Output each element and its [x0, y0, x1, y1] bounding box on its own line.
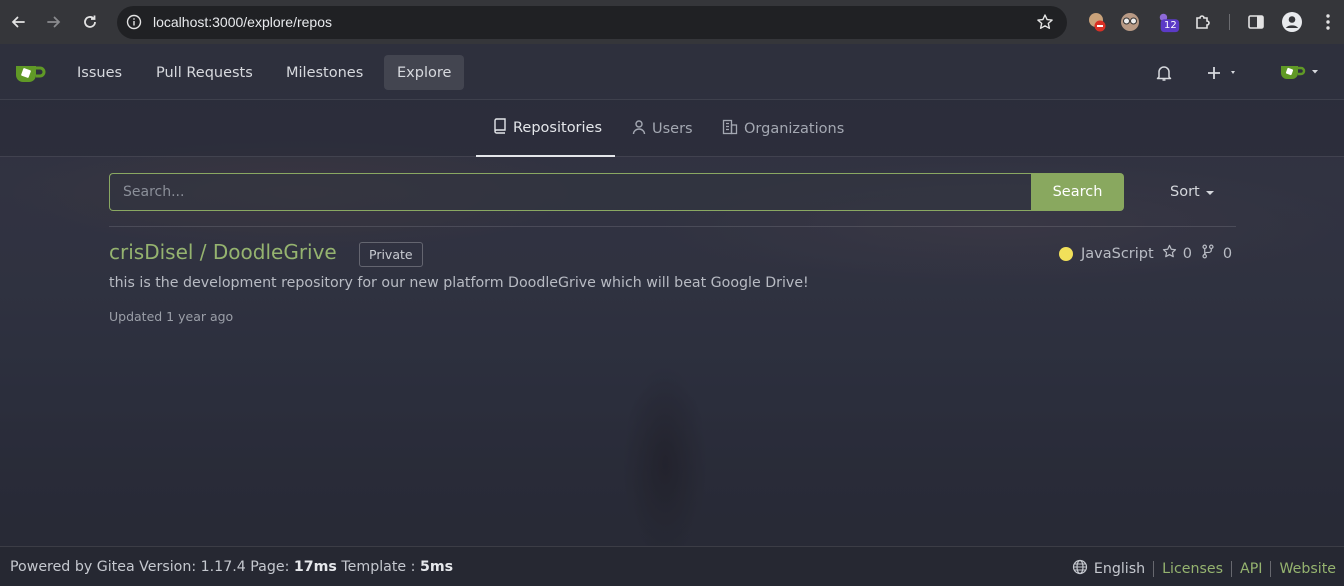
extension-badge-icon[interactable]: 12 — [1157, 10, 1181, 34]
address-bar[interactable]: localhost:3000/explore/repos — [117, 6, 1067, 39]
tab-repositories[interactable]: Repositories — [476, 100, 615, 157]
footer-powered-by: Powered by Gitea Version: 1.17.4 Page: 1… — [10, 559, 453, 575]
sort-label: Sort — [1170, 184, 1200, 200]
repo-stars-count[interactable]: 0 — [1183, 246, 1192, 262]
notifications-bell-icon[interactable] — [1155, 64, 1173, 86]
footer-separator — [1270, 561, 1272, 577]
site-info-icon[interactable] — [126, 14, 142, 34]
explore-tabs: Repositories Users Organizations — [0, 100, 1344, 157]
tab-organizations[interactable]: Organizations — [722, 100, 844, 157]
footer-powered-text: Powered by Gitea Version: 1.17.4 Page: — [10, 559, 290, 575]
search-button[interactable]: Search — [1031, 173, 1124, 211]
browser-toolbar: localhost:3000/explore/repos 12 — [0, 0, 1344, 44]
back-icon[interactable] — [6, 10, 30, 34]
chevron-down-icon — [1205, 184, 1214, 200]
extensions-puzzle-icon[interactable] — [1191, 10, 1215, 34]
profile-icon[interactable] — [1280, 10, 1304, 34]
repo-link[interactable]: crisDisel / DoodleGrive — [109, 240, 337, 264]
search-input[interactable] — [109, 173, 1032, 211]
globe-icon — [1072, 559, 1088, 579]
repo-forks-count[interactable]: 0 — [1223, 246, 1232, 262]
list-divider — [109, 226, 1236, 227]
person-icon — [632, 119, 646, 139]
api-link[interactable]: API — [1240, 561, 1262, 577]
licenses-link[interactable]: Licenses — [1162, 561, 1223, 577]
nav-explore[interactable]: Explore — [384, 55, 465, 90]
gitea-logo-icon[interactable] — [14, 60, 48, 88]
footer-template-label: Template : — [341, 559, 416, 575]
extension-adblock-icon[interactable] — [1085, 10, 1109, 34]
bookmark-star-icon[interactable] — [1036, 13, 1054, 35]
create-new-plus-icon[interactable] — [1207, 65, 1237, 85]
footer-links: English Licenses API Website — [1072, 559, 1336, 579]
browser-menu-icon[interactable] — [1316, 10, 1340, 34]
footer-page-time: 17ms — [293, 559, 337, 575]
top-navbar: Issues Pull Requests Milestones Explore — [0, 44, 1344, 100]
repo-language: JavaScript — [1081, 245, 1154, 262]
fork-icon — [1202, 244, 1214, 263]
tab-users-label: Users — [652, 120, 693, 137]
language-selector[interactable]: English — [1094, 561, 1145, 577]
nav-milestones[interactable]: Milestones — [273, 55, 376, 90]
nav-issues[interactable]: Issues — [64, 55, 135, 90]
visibility-badge: Private — [359, 242, 423, 267]
side-panel-icon[interactable] — [1244, 10, 1268, 34]
reload-icon[interactable] — [78, 10, 102, 34]
footer-separator — [1153, 561, 1155, 577]
sort-dropdown[interactable]: Sort — [1170, 184, 1214, 200]
page-footer: Powered by Gitea Version: 1.17.4 Page: 1… — [0, 546, 1344, 586]
tab-repositories-label: Repositories — [513, 119, 603, 136]
toolbar-divider — [1229, 14, 1230, 30]
extension-count: 12 — [1164, 20, 1177, 31]
footer-template-time: 5ms — [419, 559, 454, 575]
user-avatar-dropdown-icon[interactable] — [1280, 62, 1322, 86]
nav-pull-requests[interactable]: Pull Requests — [143, 55, 266, 90]
repo-meta: JavaScript 0 0 — [1059, 244, 1232, 263]
repo-description: this is the development repository for o… — [109, 275, 809, 291]
language-color-dot — [1059, 246, 1073, 261]
extension-glasses-icon[interactable] — [1118, 10, 1142, 34]
url-text: localhost:3000/explore/repos — [153, 14, 333, 30]
repo-icon — [493, 117, 507, 138]
footer-separator — [1230, 561, 1232, 577]
star-icon — [1162, 244, 1177, 263]
website-link[interactable]: Website — [1279, 561, 1336, 577]
tab-users[interactable]: Users — [632, 100, 693, 157]
organization-icon — [722, 119, 738, 139]
tab-organizations-label: Organizations — [744, 120, 845, 137]
repo-updated-time: Updated 1 year ago — [109, 309, 234, 324]
forward-icon[interactable] — [42, 10, 66, 34]
